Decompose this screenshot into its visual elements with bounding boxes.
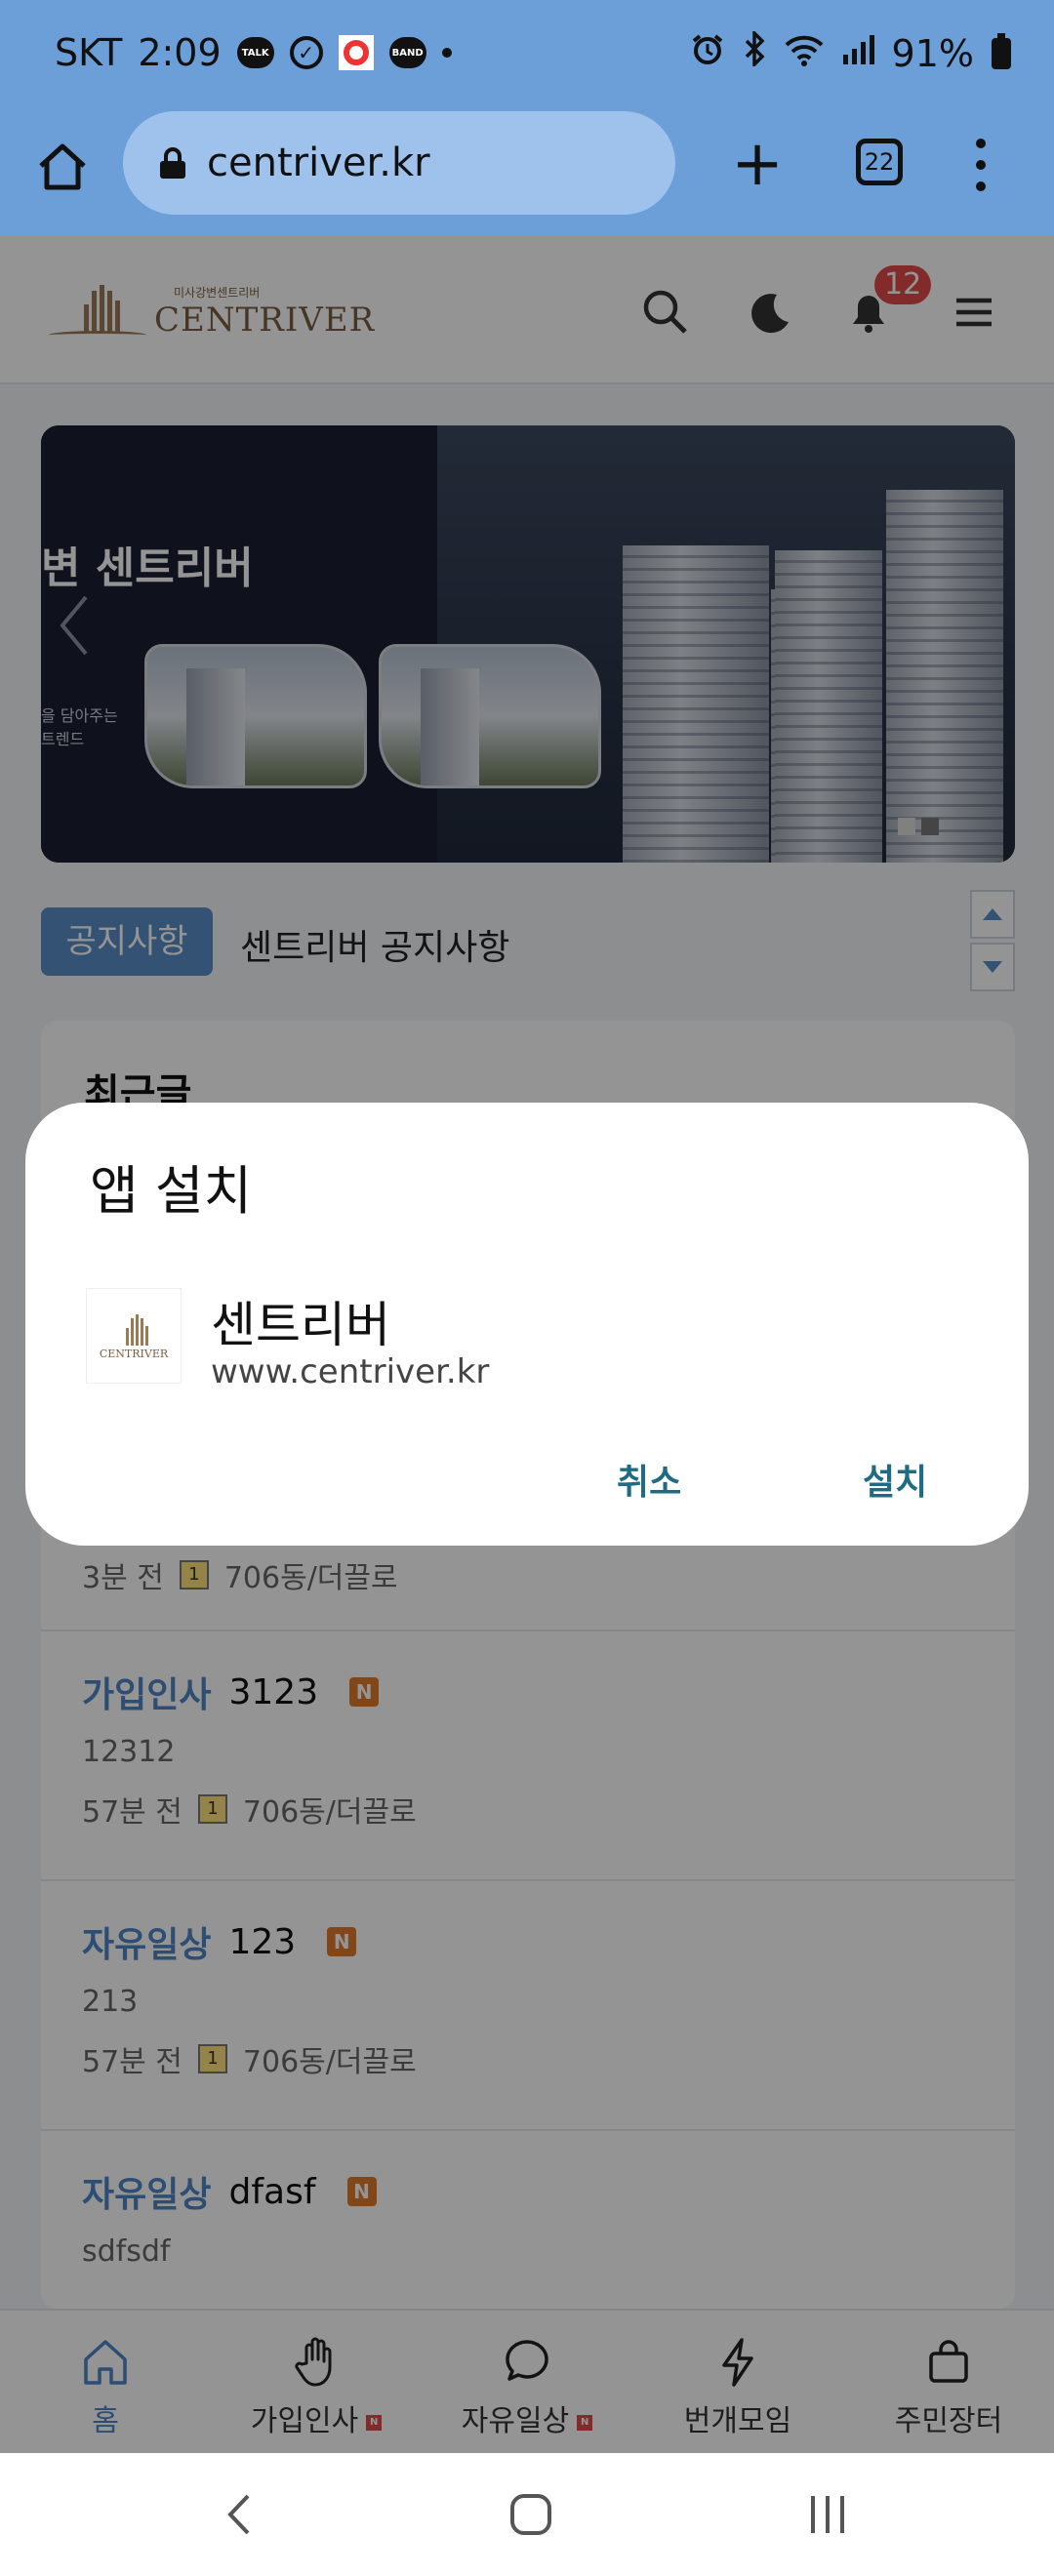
recents-button[interactable] — [779, 2482, 876, 2547]
app-url: www.centriver.kr — [211, 1352, 490, 1391]
back-icon — [227, 2494, 250, 2535]
home-square-icon — [510, 2494, 551, 2535]
url-text: centriver.kr — [207, 141, 430, 185]
app-icon: CENTRIVER — [86, 1288, 182, 1384]
browser-menu-button[interactable] — [971, 139, 991, 191]
band-icon: BAND — [388, 37, 426, 68]
kakaotalk-icon: TALK — [236, 37, 274, 68]
more-notifications-dot — [441, 48, 452, 58]
home-nav-button[interactable] — [482, 2482, 580, 2547]
install-app-dialog: 앱 설치 CENTRIVER 센트리버 www.centriver.kr 취소 … — [25, 1103, 1029, 1546]
app-name: 센트리버 — [211, 1297, 390, 1353]
clock: 2:09 — [138, 31, 222, 74]
app-icon-label: CENTRIVER — [99, 1347, 169, 1360]
tab-switcher-button[interactable]: 22 — [856, 139, 903, 185]
browser-toolbar: centriver.kr + 22 — [0, 109, 1054, 236]
address-bar[interactable]: centriver.kr — [123, 111, 675, 215]
alarm-icon — [691, 32, 724, 75]
new-tab-button[interactable]: + — [728, 133, 787, 195]
battery-percent: 91% — [891, 31, 974, 75]
install-button[interactable]: 설치 — [863, 1454, 927, 1505]
carrier-label: SKT — [55, 31, 123, 74]
system-nav-bar — [0, 2453, 1054, 2576]
cancel-button[interactable]: 취소 — [617, 1454, 681, 1505]
dialog-title: 앱 설치 — [90, 1160, 253, 1222]
check-circle-icon: ✓ — [289, 36, 323, 69]
signal-icon — [841, 32, 874, 75]
battery-icon — [992, 32, 1011, 69]
back-button[interactable] — [191, 2482, 289, 2547]
record-icon — [338, 35, 374, 70]
recents-icon — [811, 2496, 844, 2533]
browser-home-button[interactable] — [33, 139, 92, 197]
lock-icon — [160, 147, 185, 179]
bluetooth-icon — [742, 28, 767, 75]
status-bar: SKT 2:09 TALK ✓ BAND 91% — [0, 0, 1054, 109]
wifi-icon — [785, 32, 824, 75]
logo-mark-icon — [104, 1312, 163, 1348]
home-icon — [39, 143, 86, 190]
